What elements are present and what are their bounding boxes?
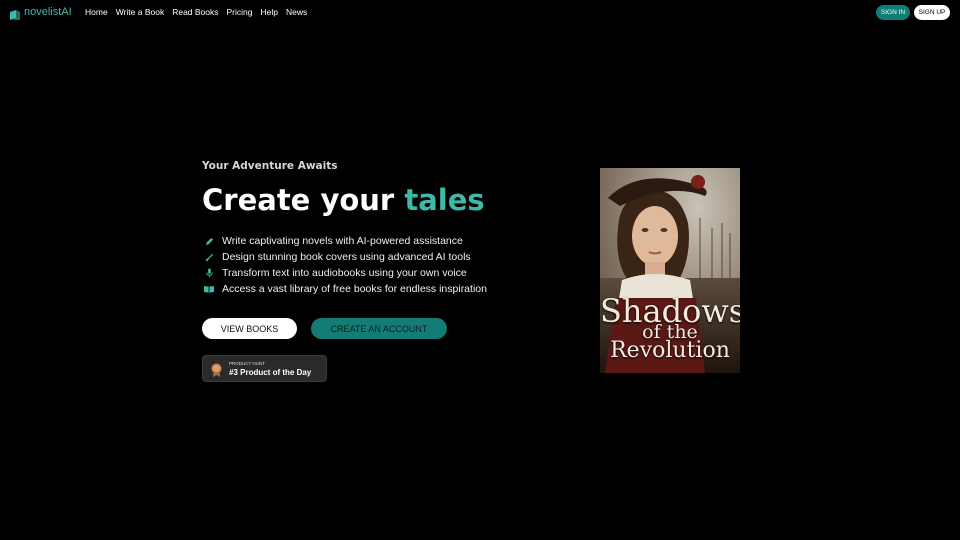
nav-link-read-books[interactable]: Read Books [172,7,218,17]
nav-link-write-a-book[interactable]: Write a Book [116,7,165,17]
cover-title-line3: Revolution [610,338,730,363]
headline-accent: tales [404,183,485,217]
feature-item: Write captivating novels with AI-powered… [202,233,532,249]
feature-text: Transform text into audiobooks using you… [222,267,467,279]
feature-text: Access a vast library of free books for … [222,283,487,295]
pen-icon [202,237,216,246]
logo-text: novelistAI [24,6,72,18]
feature-text: Design stunning book covers using advanc… [222,251,471,263]
sign-up-button[interactable]: SIGN UP [914,5,950,20]
product-hunt-label: PRODUCT HUNT [229,361,265,366]
brush-icon [202,253,216,262]
headline-text: Create your [202,183,405,217]
medal-icon [211,362,222,377]
feature-item: Design stunning book covers using advanc… [202,249,532,265]
hero-headline: Create your tales [202,183,485,217]
logo[interactable]: novelistAI [9,6,72,20]
product-hunt-rank: #3 Product of the Day [229,368,312,377]
nav-link-help[interactable]: Help [261,7,278,17]
product-hunt-badge[interactable]: PRODUCT HUNT #3 Product of the Day [202,355,327,382]
feature-list: Write captivating novels with AI-powered… [202,233,532,297]
nav-links: Home Write a Book Read Books Pricing Hel… [85,7,307,17]
top-nav: novelistAI Home Write a Book Read Books … [0,0,960,26]
logo-icon [9,6,21,20]
hero-eyebrow: Your Adventure Awaits [202,160,338,172]
nav-link-home[interactable]: Home [85,7,108,17]
book-icon [202,285,216,293]
nav-link-news[interactable]: News [286,7,307,17]
sign-in-button[interactable]: SIGN IN [876,5,910,20]
nav-link-pricing[interactable]: Pricing [227,7,253,17]
feature-item: Transform text into audiobooks using you… [202,265,532,281]
microphone-icon [202,268,216,278]
create-account-button[interactable]: CREATE AN ACCOUNT [311,318,447,339]
feature-item: Access a vast library of free books for … [202,281,532,297]
view-books-button[interactable]: VIEW BOOKS [202,318,297,339]
book-cover-image: Shadows of the Revolution [600,168,740,373]
feature-text: Write captivating novels with AI-powered… [222,235,463,247]
